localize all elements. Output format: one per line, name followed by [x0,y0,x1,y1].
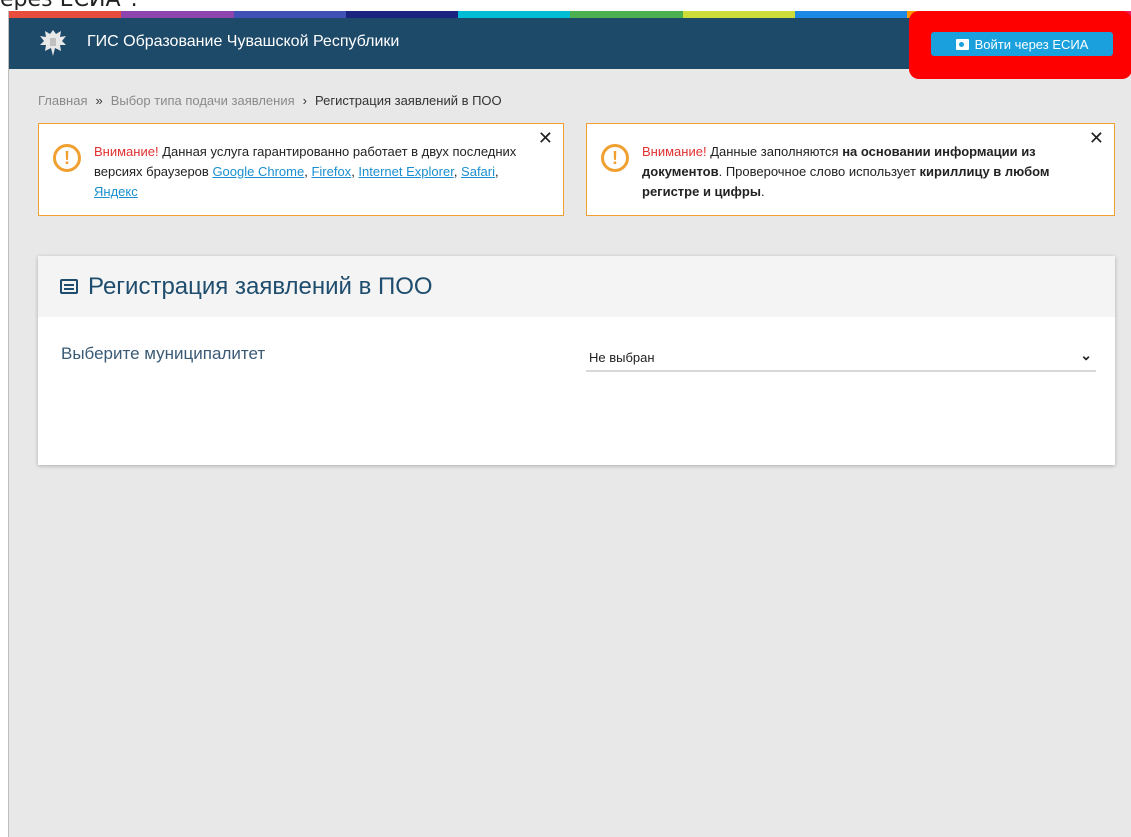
stripe-segment [795,11,908,18]
registration-card: Регистрация заявлений в ПОО Выберите мун… [38,256,1115,465]
alert-text: Внимание! Данная услуга гарантированно р… [94,144,517,199]
select-value: Не выбран [589,350,655,365]
breadcrumb-step[interactable]: Выбор типа подачи заявления [111,93,295,108]
browser-warning-alert: ! ✕ Внимание! Данная услуга гарантирован… [38,123,564,216]
stripe-segment [458,11,571,18]
coat-of-arms-logo[interactable] [37,27,69,59]
warning-icon: ! [601,144,629,172]
browser-page: ГИС Образование Чувашской Республики Вой… [8,11,1131,837]
link-google-chrome[interactable]: Google Chrome [212,164,304,179]
stripe-segment [9,11,122,18]
breadcrumb: Главная » Выбор типа подачи заявления › … [38,93,502,108]
breadcrumb-home[interactable]: Главная [38,93,87,108]
municipality-select[interactable]: Не выбран ⌄ [586,342,1096,372]
breadcrumb-current: Регистрация заявлений в ПОО [315,93,502,108]
login-esia-button[interactable]: Войти через ЕСИА [931,32,1113,56]
card-header: Регистрация заявлений в ПОО [38,256,1115,317]
link-internet-explorer[interactable]: Internet Explorer [358,164,453,179]
alert-text: Внимание! Данные заполняются на основани… [642,144,1050,199]
link-safari[interactable]: Safari [461,164,495,179]
data-input-alert: ! ✕ Внимание! Данные заполняются на осно… [586,123,1115,216]
chevron-down-icon: ⌄ [1080,347,1092,363]
breadcrumb-separator: › [302,93,307,108]
stripe-segment [345,11,459,18]
warning-icon: ! [53,144,81,172]
background-text-fragment: ерез ЕСИА". [0,0,260,10]
monitor-icon [60,279,78,294]
login-label: Войти через ЕСИА [974,36,1089,52]
card-title: Регистрация заявлений в ПОО [88,272,433,300]
site-title[interactable]: ГИС Образование Чувашской Республики [87,33,399,51]
link-yandex[interactable]: Яндекс [94,184,138,199]
stripe-segment [233,11,346,18]
stripe-segment [570,11,683,18]
breadcrumb-separator: » [95,93,103,108]
stripe-segment [121,11,234,18]
link-firefox[interactable]: Firefox [311,164,351,179]
municipality-label: Выберите муниципалитет [61,344,266,363]
id-card-icon [955,38,969,50]
stripe-segment [682,11,796,18]
